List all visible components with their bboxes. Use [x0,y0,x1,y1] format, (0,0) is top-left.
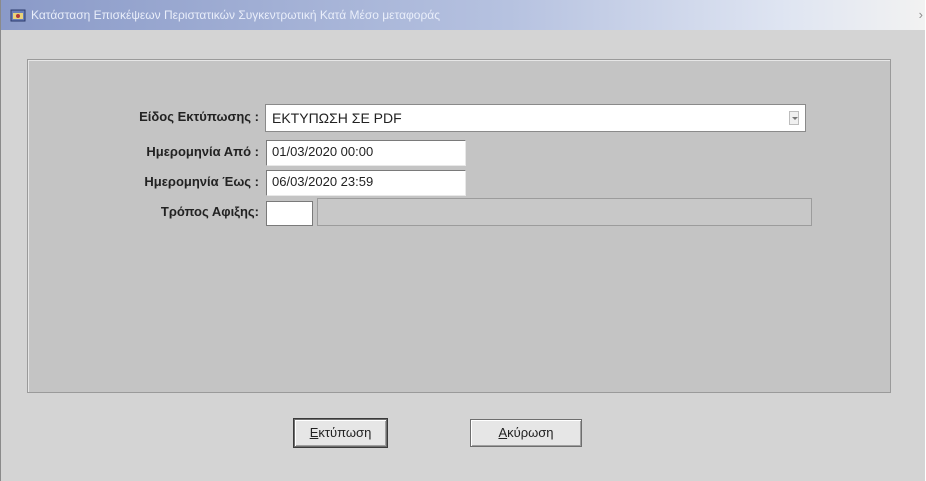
date-from-label: Ημερομηνία Από : [146,144,259,159]
print-button-label: κτύπωση [318,425,372,440]
print-type-value: ΕΚΤΥΠΩΣΗ ΣΕ PDF [272,110,402,126]
date-from-field[interactable]: 01/03/2020 00:00 [266,140,466,166]
cancel-button-label: κύρωση [507,425,554,440]
print-button[interactable]: Εκτύπωση [293,418,388,448]
arrival-mode-description-field [317,198,812,226]
title-bar[interactable]: Κατάσταση Επισκέψεων Περιστατικών Συγκεν… [1,0,925,30]
print-type-select[interactable]: ΕΚΤΥΠΩΣΗ ΣΕ PDF [265,104,806,132]
date-to-field[interactable]: 06/03/2020 23:59 [266,170,466,196]
cancel-button[interactable]: Ακύρωση [470,419,582,447]
print-type-label: Είδος Εκτύπωσης : [139,109,259,124]
app-window-icon [10,9,26,22]
dialog-window: Κατάσταση Επισκέψεων Περιστατικών Συγκεν… [0,0,925,481]
cancel-button-mnemonic: Α [498,425,508,440]
arrival-mode-code-field[interactable] [266,201,313,226]
window-title: Κατάσταση Επισκέψεων Περιστατικών Συγκεν… [31,8,441,22]
date-to-label: Ημερομηνία Έως : [144,174,259,189]
chevron-down-icon[interactable] [789,111,799,125]
arrival-mode-label: Τρόπος Αφιξης: [160,204,259,219]
close-icon[interactable]: › [919,7,923,22]
